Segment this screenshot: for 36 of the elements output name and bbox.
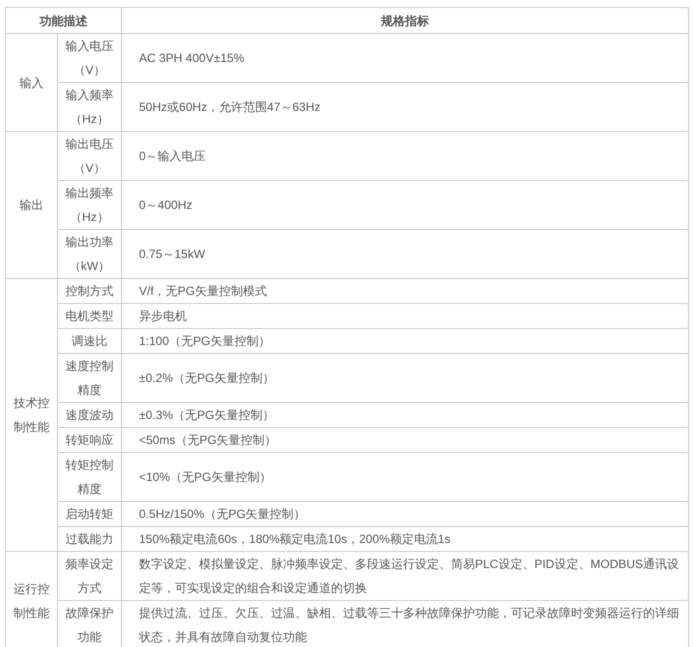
table-cell: 0.75～15kW (122, 230, 688, 278)
table-cell: 技术控制性能 (6, 278, 58, 552)
table-cell: 启动转矩 (58, 502, 122, 526)
table-cell: 0.5Hz/150%（无PG矢量控制） (122, 502, 688, 526)
table-cell: 控制方式 (58, 278, 122, 304)
table-cell: 输入频率（Hz） (58, 82, 122, 132)
table-cell: 异步电机 (122, 304, 688, 328)
table-cell: 数字设定、模拟量设定、脉冲频率设定、多段速运行设定、简易PLC设定、PID设定、MODBUS通讯设定等，可实现设定的组合和设定通道的切换 (122, 552, 688, 600)
table-cell: 0～400Hz (122, 180, 688, 230)
table-cell: 运行控制性能 (6, 552, 58, 647)
table-cell: 输出电压（V） (58, 132, 122, 180)
table-cell: 输出频率（Hz） (58, 180, 122, 230)
table-cell: 输出功率（kW） (58, 230, 122, 278)
table-cell: 输入电压（V） (58, 34, 122, 82)
table-cell: 电机类型 (58, 304, 122, 328)
table-cell: 调速比 (58, 328, 122, 354)
table-cell: 过载能力 (58, 526, 122, 552)
table-cell: <50ms（无PG矢量控制） (122, 428, 688, 452)
table-cell: 速度波动 (58, 402, 122, 428)
table-cell: ±0.3%（无PG矢量控制） (122, 402, 688, 428)
table-cell: AC 3PH 400V±15% (122, 34, 688, 82)
table-cell: V/f，无PG矢量控制模式 (122, 278, 688, 304)
header-cell: 功能描述 (6, 8, 122, 34)
table-cell: ±0.2%（无PG矢量控制） (122, 354, 688, 402)
table-cell: <10%（无PG矢量控制） (122, 452, 688, 502)
table-cell: 1:100（无PG矢量控制） (122, 328, 688, 354)
table-cell: 频率设定方式 (58, 552, 122, 600)
table-cell: 转矩控制精度 (58, 452, 122, 502)
table-cell: 50Hz或60Hz，允许范围47～63Hz (122, 82, 688, 132)
table-cell: 输出 (6, 132, 58, 278)
table-cell: 150%额定电流60s，180%额定电流10s，200%额定电流1s (122, 526, 688, 552)
table-cell: 转矩响应 (58, 428, 122, 452)
table-cell: 速度控制精度 (58, 354, 122, 402)
table-cell: 输入 (6, 34, 58, 132)
table-cell: 0～输入电压 (122, 132, 688, 180)
header-cell: 规格指标 (122, 8, 688, 34)
